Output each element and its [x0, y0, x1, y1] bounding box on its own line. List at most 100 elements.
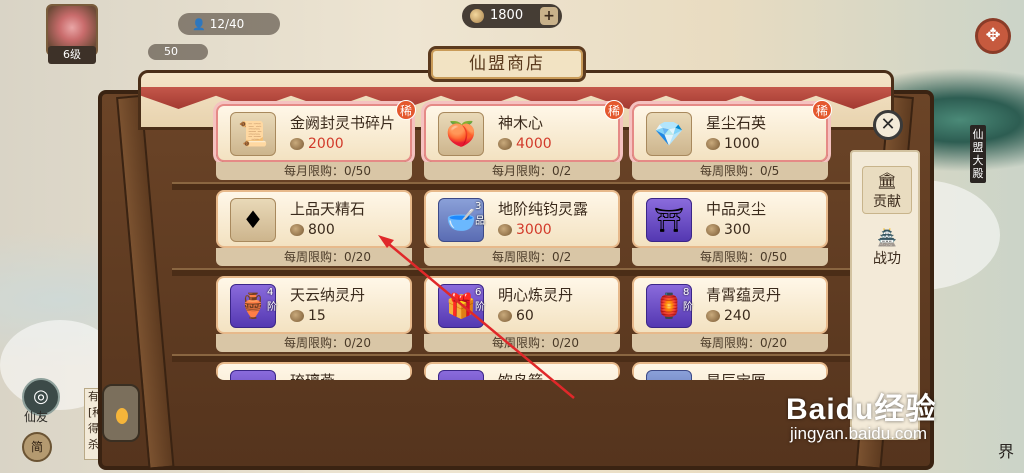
guild-sub-value: 50	[148, 44, 208, 60]
coin-icon	[498, 138, 512, 150]
item-card-body[interactable]: 💎 星尘石英 1000 稀	[632, 100, 832, 162]
item-price: 800	[290, 222, 335, 238]
hall-icon: 🏛	[876, 171, 898, 190]
item-icon-frame: 🥣 3品	[438, 198, 485, 242]
shop-item-card[interactable]: 琉璃燕	[216, 362, 412, 380]
item-price-value: 60	[516, 308, 534, 324]
item-name: 地阶纯钧灵露	[498, 200, 589, 218]
purchase-limit: 每月限购：0/2	[424, 162, 620, 180]
purchase-limit: 每月限购：0/50	[216, 162, 412, 180]
close-button[interactable]: ✕	[873, 110, 903, 140]
item-card-body[interactable]: 🥣 3品 地阶纯钧灵露 3000	[424, 190, 620, 248]
shop-item-card[interactable]: 🍑 神木心 4000 稀每月限购：0/2	[424, 100, 624, 182]
item-price-value: 4000	[516, 136, 552, 152]
item-icon-frame: ♦	[230, 198, 276, 242]
wood-heart-icon: 🍑	[446, 120, 476, 148]
item-price: 240	[706, 308, 751, 324]
item-card-body[interactable]: 饮鸟箭	[424, 362, 620, 380]
item-price-value: 300	[724, 222, 751, 238]
coin-icon	[290, 224, 304, 236]
rare-badge: 稀	[812, 100, 832, 120]
item-price-value: 2000	[308, 136, 344, 152]
item-name: 上品天精石	[290, 200, 366, 218]
partial-item-icon	[231, 371, 275, 380]
shop-item-card[interactable]: ⛩ 中品灵尘 300 每周限购：0/50	[632, 190, 828, 268]
partial-item-icon	[647, 371, 691, 380]
guild-hall-label[interactable]: 仙盟大殿	[970, 125, 986, 183]
guild-profile[interactable]: 6级 50	[46, 4, 208, 64]
rare-badge: 稀	[604, 100, 624, 120]
purchase-limit: 每周限购：0/2	[424, 248, 620, 266]
item-icon-frame	[230, 370, 276, 380]
item-card-body[interactable]: 🏺 4阶 天云纳灵丹 15	[216, 276, 412, 334]
item-icon-frame: 🏮 8阶	[646, 284, 693, 328]
watermark-title: Baidu经验	[786, 393, 937, 426]
item-card-body[interactable]: 星辰宝匣	[632, 362, 828, 380]
item-price: 3000	[498, 222, 552, 238]
shop-item-card[interactable]: 星辰宝匣	[632, 362, 828, 380]
item-card-body[interactable]: 🎁 6阶 明心炼灵丹 60	[424, 276, 620, 334]
item-name: 星辰宝匣	[706, 370, 766, 380]
item-name: 琉璃燕	[290, 370, 335, 380]
shop-item-card[interactable]: 🎁 6阶 明心炼灵丹 60 每周限购：0/20	[424, 276, 620, 354]
tab-contribution[interactable]: 🏛 贡献	[862, 166, 912, 214]
item-card-body[interactable]: ♦ 上品天精石 800	[216, 190, 412, 248]
shop-item-card[interactable]: ♦ 上品天精石 800 每周限购：0/20	[216, 190, 412, 268]
member-count-value: 12/40	[209, 17, 245, 31]
item-icon-frame: 🎁 6阶	[438, 284, 485, 328]
watermark-url: jingyan.baidu.com	[790, 424, 928, 443]
item-price: 1000	[706, 136, 760, 152]
shop-item-card[interactable]: 📜 金阙封灵书碎片 2000 稀每月限购：0/50	[216, 100, 416, 182]
contribution-coin-icon	[470, 9, 484, 23]
shelf	[172, 354, 864, 362]
tab-label: 战功	[873, 251, 901, 267]
item-icon-frame: 🍑	[438, 112, 484, 156]
swirl-icon: ◎	[33, 386, 49, 407]
shop-title: 仙盟商店	[428, 46, 586, 82]
shop-item-card[interactable]: 🏺 4阶 天云纳灵丹 15 每周限购：0/20	[216, 276, 412, 354]
add-currency-button[interactable]: +	[540, 7, 558, 25]
currency-amount: 1800	[490, 8, 524, 23]
menu-compass-icon[interactable]: ✥	[975, 18, 1011, 54]
coin-icon	[706, 138, 720, 150]
item-card-body[interactable]: 🍑 神木心 4000 稀	[424, 100, 624, 162]
item-price-value: 800	[308, 222, 335, 238]
item-price: 4000	[498, 136, 552, 152]
item-icon-frame: 💎	[646, 112, 692, 156]
coin-icon	[498, 310, 512, 322]
spirit-dust-icon: ⛩	[653, 206, 685, 234]
tier-badge: 6阶	[475, 287, 485, 313]
shop-item-card[interactable]: 💎 星尘石英 1000 稀每周限购：0/5	[632, 100, 832, 182]
item-price: 2000	[290, 136, 344, 152]
item-price-value: 1000	[724, 136, 760, 152]
shelf	[172, 268, 864, 276]
item-price-value: 240	[724, 308, 751, 324]
tab-merit[interactable]: 🏯 战功	[862, 224, 912, 272]
item-price: 300	[706, 222, 751, 238]
item-card-body[interactable]: 🏮 8阶 青霄蕴灵丹 240	[632, 276, 828, 334]
item-card-body[interactable]: 📜 金阙封灵书碎片 2000 稀	[216, 100, 416, 162]
coin-icon	[706, 224, 720, 236]
tab-label: 贡献	[873, 194, 901, 210]
item-name: 青霄蕴灵丹	[706, 286, 782, 304]
coin-icon	[706, 310, 720, 322]
tier-badge: 4阶	[267, 287, 277, 313]
item-name: 中品灵尘	[706, 200, 767, 218]
lantern-decoration	[102, 384, 140, 442]
item-name: 星尘石英	[706, 114, 767, 132]
coin-icon	[290, 310, 304, 322]
item-name: 神木心	[498, 114, 544, 132]
coin-icon	[290, 138, 304, 150]
item-price-value: 15	[308, 308, 326, 324]
simplified-toggle-button[interactable]: 简	[22, 432, 52, 462]
item-card-body[interactable]: ⛩ 中品灵尘 300	[632, 190, 828, 248]
item-price-value: 3000	[516, 222, 552, 238]
coin-icon	[498, 224, 512, 236]
shop-item-card[interactable]: 饮鸟箭	[424, 362, 620, 380]
shelf	[172, 182, 864, 190]
shop-item-card[interactable]: 🥣 3品 地阶纯钧灵露 3000 每周限购：0/2	[424, 190, 620, 268]
item-icon-frame: 📜	[230, 112, 276, 156]
item-price: 60	[498, 308, 534, 324]
item-card-body[interactable]: 琉璃燕	[216, 362, 412, 380]
shop-item-card[interactable]: 🏮 8阶 青霄蕴灵丹 240 每周限购：0/20	[632, 276, 828, 354]
